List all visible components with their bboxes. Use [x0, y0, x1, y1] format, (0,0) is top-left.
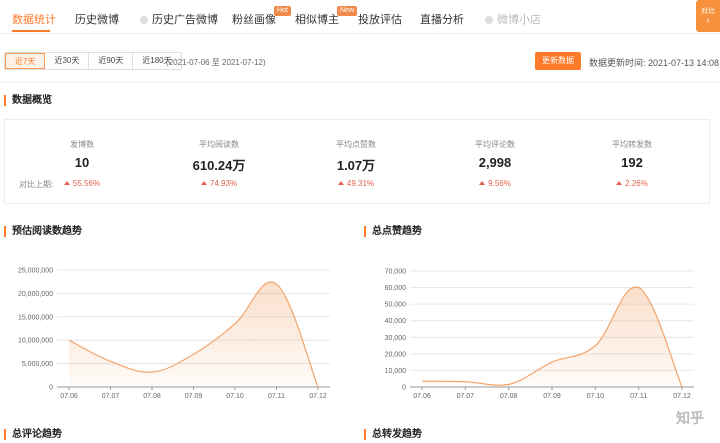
watermark: 知乎	[676, 410, 704, 426]
change-up: 74.93%	[169, 179, 269, 188]
compare-side-button[interactable]: 对比 ‹	[696, 0, 720, 32]
x-tick-label: 07.07	[457, 393, 475, 400]
y-tick-label: 70,000	[385, 269, 407, 276]
overview-title: 数据概览	[4, 95, 52, 106]
tab-live-analysis[interactable]: 直播分析	[420, 11, 464, 27]
y-tick-label: 5,000,000	[22, 361, 53, 368]
update-data-button[interactable]: 更新数据	[535, 52, 581, 70]
tab-delivery-eval[interactable]: 投放评估	[358, 11, 402, 27]
y-tick-label: 20,000	[385, 351, 407, 358]
arrow-up-icon	[337, 181, 344, 185]
y-tick-label: 30,000	[385, 335, 407, 342]
x-tick-label: 07.06	[413, 393, 431, 400]
y-tick-label: 25,000,000	[18, 268, 53, 275]
x-tick-label: 07.11	[630, 393, 647, 400]
period-selector: 近7天 近30天 近90天 近180天	[4, 52, 182, 70]
x-tick-label: 07.09	[543, 393, 561, 400]
tab-history-ads[interactable]: 历史广告微博	[140, 11, 218, 27]
y-tick-label: 15,000,000	[18, 314, 53, 321]
active-tab-indicator	[12, 30, 50, 32]
tab-similar-bloggers[interactable]: 相似博主	[295, 11, 339, 27]
y-tick-label: 0	[49, 385, 53, 392]
read-trend-title: 预估阅读数趋势	[4, 226, 82, 237]
arrow-up-icon	[616, 181, 623, 185]
read-trend-chart: 0 5,000,000 10,000,000 15,000,000 20,000,000…	[0, 262, 340, 402]
y-tick-label: 50,000	[385, 302, 407, 309]
period-30d[interactable]: 近30天	[45, 53, 90, 69]
circle-icon	[485, 16, 493, 24]
arrow-up-icon	[479, 181, 486, 185]
y-tick-label: 60,000	[385, 285, 407, 292]
hot-badge: Hot	[274, 6, 291, 16]
area-fill	[69, 281, 318, 387]
new-badge: New	[337, 6, 358, 16]
x-tick-label: 07.12	[309, 393, 327, 400]
y-tick-label: 40,000	[385, 318, 407, 325]
tab-data-stats[interactable]: 数据统计	[12, 11, 56, 27]
chevron-left-icon: ‹	[706, 15, 710, 26]
x-tick-label: 07.08	[500, 393, 518, 400]
tab-weibo-shop[interactable]: 微博小店	[485, 11, 541, 27]
x-tick-label: 07.10	[587, 393, 605, 400]
tab-history-weibo[interactable]: 历史微博	[75, 11, 119, 27]
update-time: 数据更新时间: 2021-07-13 14:08	[589, 58, 720, 68]
y-tick-label: 20,000,000	[18, 291, 53, 298]
circle-icon	[140, 16, 148, 24]
change-up: 49.31%	[306, 179, 406, 188]
x-tick-label: 07.12	[673, 393, 691, 400]
comment-trend-title: 总评论趋势	[4, 429, 62, 440]
change-up: 55.56%	[32, 179, 132, 188]
date-range: (2021-07-06 至 2021-07-12)	[166, 58, 266, 67]
x-tick-label: 07.06	[60, 393, 78, 400]
like-trend-title: 总点赞趋势	[364, 226, 422, 237]
top-nav: 数据统计 历史微博 历史广告微博 粉丝画像 Hot 相似博主 New 投放评估 …	[0, 0, 720, 34]
like-trend-svg: 0 10,000 20,000 30,000 40,000 50,000 60,000 70,…	[385, 269, 694, 400]
divider	[0, 82, 720, 83]
y-tick-label: 0	[402, 385, 406, 392]
period-7d[interactable]: 近7天	[5, 53, 46, 69]
change-up: 2.26%	[582, 179, 682, 188]
stats-card: 对比上期: 发博数 10 55.56% 平均阅读数 610.24万 74.93%…	[4, 119, 710, 204]
repost-trend-title: 总转发趋势	[364, 429, 422, 440]
arrow-up-icon	[63, 181, 70, 185]
read-trend-svg: 0 5,000,000 10,000,000 15,000,000 20,000,000…	[18, 268, 330, 400]
period-90d[interactable]: 近90天	[89, 53, 134, 69]
x-tick-label: 07.11	[268, 393, 285, 400]
x-tick-label: 07.08	[143, 393, 161, 400]
like-trend-chart: 0 10,000 20,000 30,000 40,000 50,000 60,000 70,…	[360, 262, 705, 402]
change-up: 9.56%	[445, 179, 545, 188]
y-tick-label: 10,000,000	[18, 338, 53, 345]
x-tick-label: 07.09	[185, 393, 203, 400]
arrow-up-icon	[200, 181, 207, 185]
x-tick-label: 07.07	[102, 393, 120, 400]
tab-fan-profile[interactable]: 粉丝画像	[232, 11, 276, 27]
x-tick-label: 07.10	[226, 393, 244, 400]
y-tick-label: 10,000	[385, 368, 407, 375]
